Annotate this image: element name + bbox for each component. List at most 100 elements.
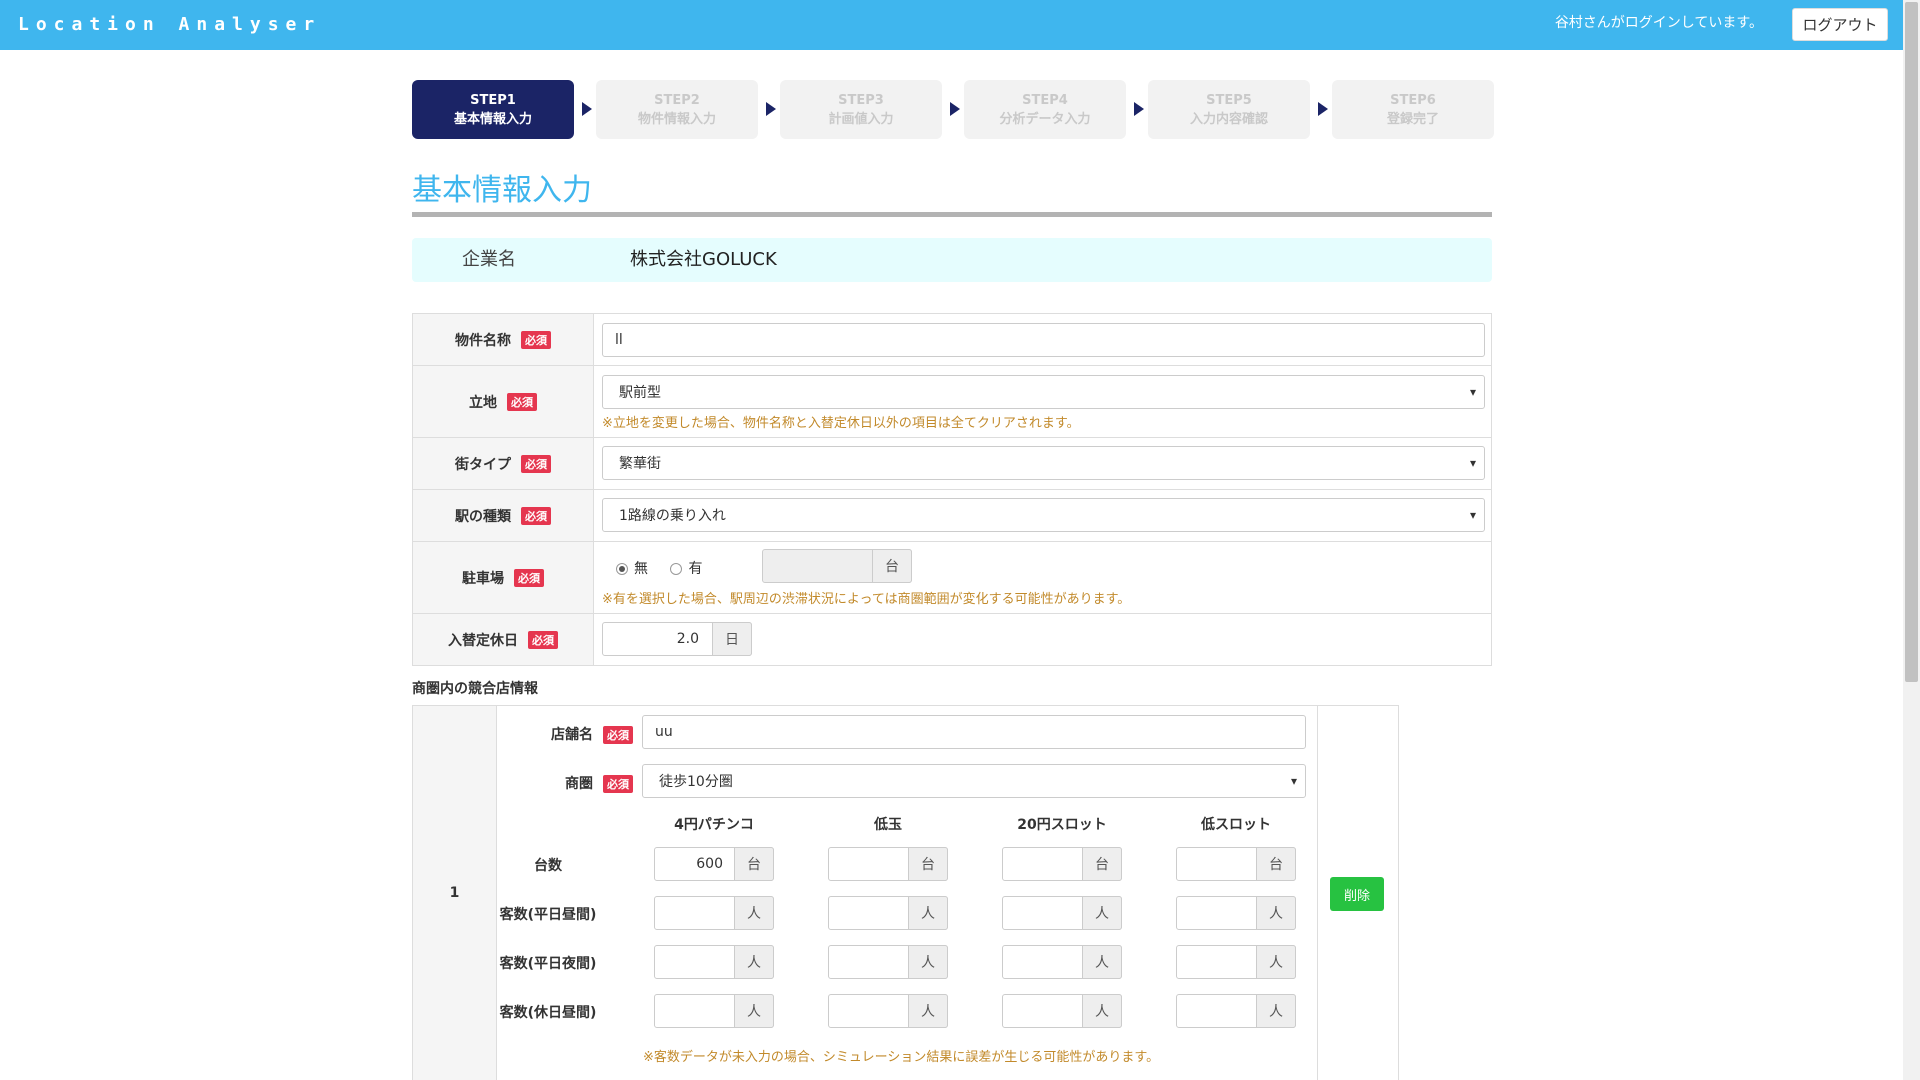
required-badge: 必須: [507, 392, 537, 411]
parking-count-input[interactable]: 台: [762, 549, 912, 583]
store-name-label: 店舗名 必須: [513, 724, 633, 744]
step-3: STEP3 計画値入力: [780, 80, 942, 139]
column-header: 低スロット: [1201, 817, 1271, 833]
input-value: 2.0: [676, 631, 699, 647]
delete-competitor-button[interactable]: 削除: [1330, 877, 1384, 911]
step-4: STEP4 分析データ入力: [964, 80, 1126, 139]
weekday-day-input-pachinko4[interactable]: 人: [654, 896, 774, 930]
units-input-slot20[interactable]: 台: [1002, 847, 1122, 881]
scrollbar-thumb[interactable]: [1905, 2, 1918, 682]
parking-radio-yes[interactable]: 有: [670, 561, 702, 577]
step-6: STEP6 登録完了: [1332, 80, 1494, 139]
step-label: 基本情報入力: [453, 111, 532, 127]
select-value: 1路線の乗り入れ: [619, 508, 726, 524]
town-type-select[interactable]: 繁華街: [602, 446, 1485, 480]
label-text: 物件名称: [455, 332, 511, 349]
page-title: 基本情報入力: [412, 173, 592, 208]
unit-label: 人: [908, 896, 948, 930]
holiday-day-input-pachinko4[interactable]: 人: [654, 994, 774, 1028]
label-text: 街タイプ: [455, 456, 511, 473]
step-arrow-icon: [766, 102, 776, 116]
property-name-label: 物件名称 必須: [413, 314, 594, 365]
parking-radio-group: 無 有: [616, 558, 702, 578]
weekday-night-input-lowslot[interactable]: 人: [1176, 945, 1296, 979]
competitor-table: 1 店舗名必須 uu 商圏必須 徒歩10分圏 4円パチンコ 低玉 20円スロット…: [412, 705, 1399, 1080]
required-badge: 必須: [603, 775, 633, 793]
weekday-night-input-pachinko4[interactable]: 人: [654, 945, 774, 979]
holiday-day-input-lowball[interactable]: 人: [828, 994, 948, 1028]
units-input-lowball[interactable]: 台: [828, 847, 948, 881]
label-text: 商圏: [565, 776, 593, 792]
location-note: ※立地を変更した場合、物件名称と入替定休日以外の項目は全てクリアされます。: [602, 416, 1080, 431]
parking-note: ※有を選択した場合、駅周辺の渋滞状況によっては商圏範囲が変化する可能性があります…: [602, 592, 1131, 607]
unit-label: 人: [734, 945, 774, 979]
store-name-input[interactable]: uu: [642, 715, 1306, 749]
area-select[interactable]: 徒歩10分圏: [642, 764, 1306, 798]
holiday-day-input-lowslot[interactable]: 人: [1176, 994, 1296, 1028]
unit-label: 台: [872, 549, 912, 583]
step-number: STEP2: [654, 92, 700, 108]
station-type-select[interactable]: 1路線の乗り入れ: [602, 498, 1485, 532]
weekday-night-input-slot20[interactable]: 人: [1002, 945, 1122, 979]
row-holiday: 入替定休日 必須 2.0 日: [413, 614, 1491, 665]
unit-label: 日: [712, 622, 752, 656]
station-type-label: 駅の種類 必須: [413, 490, 594, 541]
logout-button[interactable]: ログアウト: [1792, 8, 1888, 41]
units-input-pachinko4[interactable]: 600 台: [654, 847, 774, 881]
row-station-type: 駅の種類 必須 1路線の乗り入れ: [413, 490, 1491, 542]
unit-label: 人: [1256, 945, 1296, 979]
units-input-lowslot[interactable]: 台: [1176, 847, 1296, 881]
radio-label: 有: [688, 561, 703, 577]
input-value: 600: [696, 856, 723, 872]
basic-info-form: 物件名称必須 ll 立地必須 駅前型 ※立地を変更した場合、物件名称と入替定休日…: [412, 313, 1492, 666]
step-label: 分析データ入力: [999, 111, 1091, 127]
row-town-type: 街タイプ 必須 繁華街: [413, 438, 1491, 490]
select-value: 繁華街: [619, 456, 661, 472]
required-badge: 必須: [521, 330, 551, 349]
unit-label: 人: [908, 994, 948, 1028]
weekday-day-input-lowball[interactable]: 人: [828, 896, 948, 930]
step-number: STEP4: [1022, 92, 1068, 108]
required-badge: 必須: [514, 568, 544, 587]
label-text: 駅の種類: [455, 508, 511, 525]
step-arrow-icon: [1318, 102, 1328, 116]
customer-data-note: ※客数データが未入力の場合、シミュレーション結果に誤差が生じる可能性があります。: [643, 1050, 1160, 1065]
label-text: 店舗名: [551, 727, 593, 743]
step-1: STEP1 基本情報入力: [412, 80, 574, 139]
step-5: STEP5 入力内容確認: [1148, 80, 1310, 139]
weekday-night-input-lowball[interactable]: 人: [828, 945, 948, 979]
property-name-input[interactable]: ll: [602, 323, 1485, 357]
town-type-label: 街タイプ 必須: [413, 438, 594, 489]
step-number: STEP3: [838, 92, 884, 108]
row-property-name: 物件名称 必須 ll: [413, 314, 1491, 366]
location-select[interactable]: 駅前型: [602, 375, 1485, 409]
step-arrow-icon: [582, 102, 592, 116]
unit-label: 人: [1082, 994, 1122, 1028]
column-header: 4円パチンコ: [674, 817, 754, 833]
weekday-day-input-lowslot[interactable]: 人: [1176, 896, 1296, 930]
required-badge: 必須: [521, 454, 551, 473]
weekday-day-input-slot20[interactable]: 人: [1002, 896, 1122, 930]
row-parking: 駐車場 必須 無 有 台 ※有を選択した場合、駅周辺の渋滞状況によっては商圏範囲が…: [413, 542, 1491, 614]
input-value: uu: [655, 724, 673, 740]
required-badge: 必須: [528, 630, 558, 649]
title-divider: [412, 212, 1492, 217]
app-logo: Location Analyser: [18, 14, 322, 35]
unit-label: 人: [1256, 994, 1296, 1028]
holiday-input[interactable]: 2.0 日: [602, 622, 752, 656]
radio-icon: [670, 563, 683, 575]
step-number: STEP5: [1206, 92, 1252, 108]
required-badge: 必須: [521, 506, 551, 525]
step-arrow-icon: [950, 102, 960, 116]
step-number: STEP1: [470, 92, 516, 108]
holiday-day-input-slot20[interactable]: 人: [1002, 994, 1122, 1028]
unit-label: 台: [908, 847, 948, 881]
unit-label: 人: [1082, 945, 1122, 979]
column-header: 20円スロット: [1017, 817, 1107, 833]
unit-label: 人: [734, 994, 774, 1028]
label-text: 立地: [469, 394, 497, 411]
step-label: 入力内容確認: [1189, 111, 1268, 127]
page-scrollbar[interactable]: [1903, 0, 1920, 1080]
parking-radio-no[interactable]: 無: [616, 561, 648, 577]
step-label: 登録完了: [1386, 111, 1439, 127]
